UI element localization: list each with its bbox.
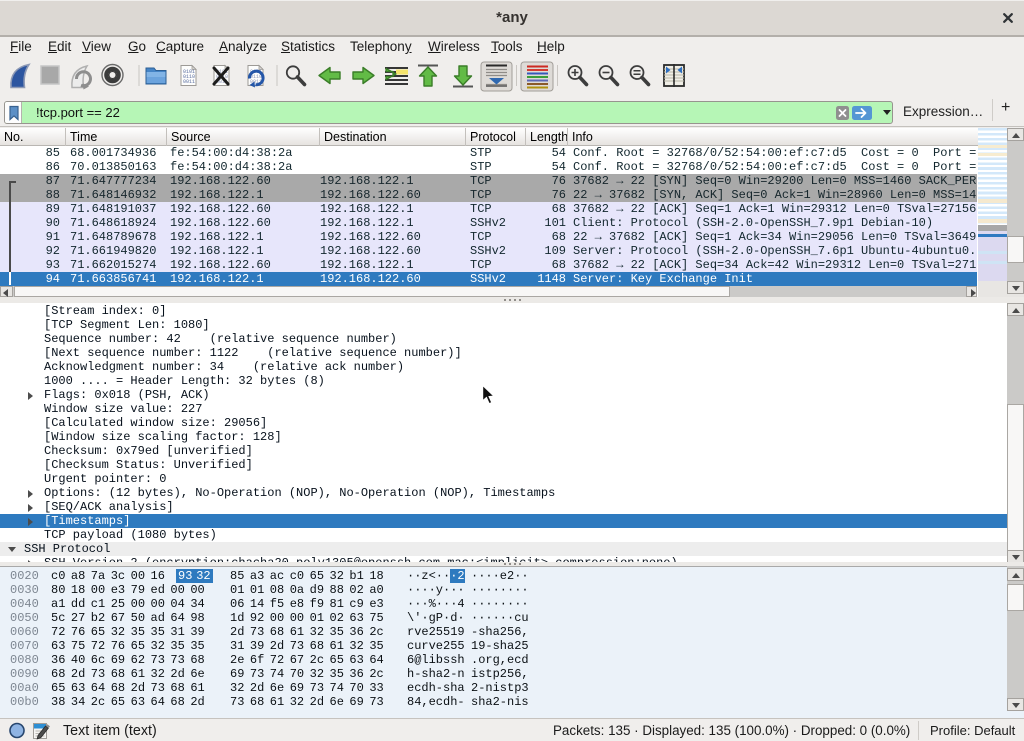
svg-text:0011: 0011 <box>183 79 195 85</box>
